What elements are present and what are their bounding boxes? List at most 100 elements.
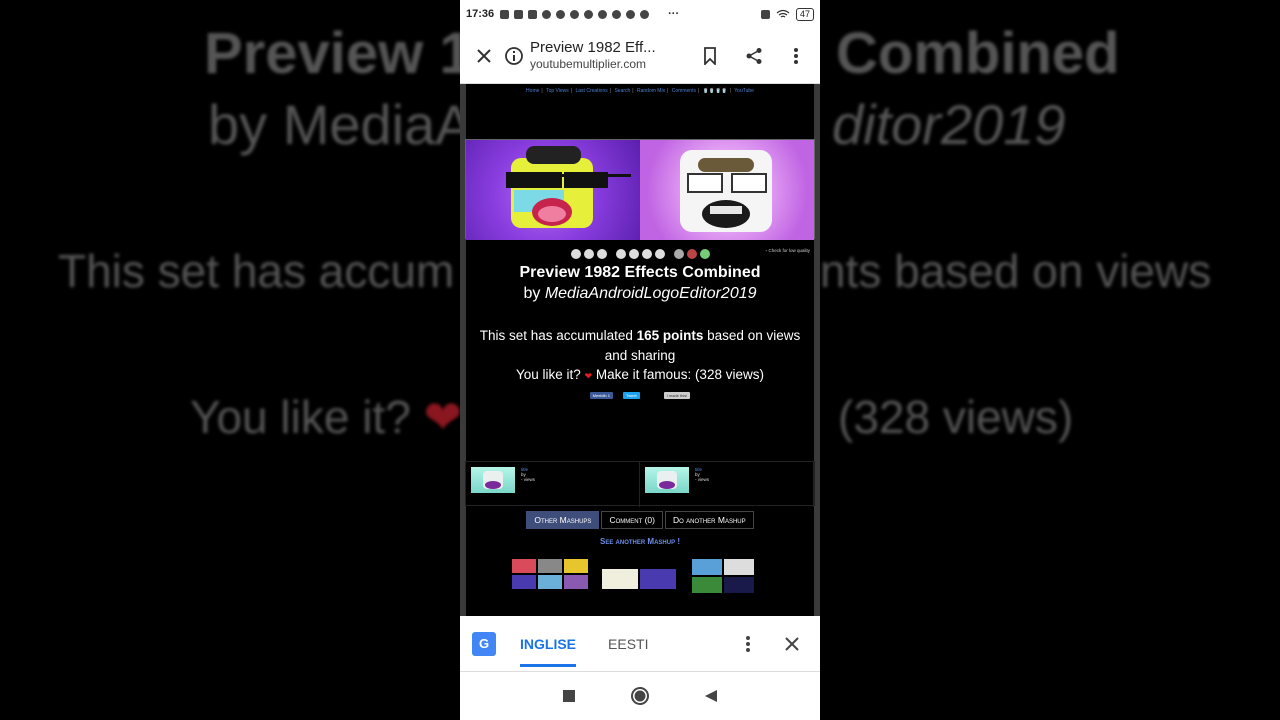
- forward-button[interactable]: [641, 249, 652, 259]
- translate-close-button[interactable]: [776, 628, 808, 660]
- translate-menu-button[interactable]: [732, 628, 764, 660]
- made-this-button[interactable]: I made this!: [663, 392, 691, 399]
- stop-button[interactable]: [596, 249, 607, 259]
- phone-screen: 17:36 ··· 47 Preview 1982 Eff... youtube…: [460, 0, 820, 720]
- heart-icon: ❤: [423, 391, 463, 443]
- character-image: [483, 471, 503, 489]
- by-label: by: [523, 285, 541, 302]
- nav-link-search[interactable]: Search: [614, 88, 630, 94]
- screen: Preview 1 Combined by MediaA ditor2019 T…: [0, 0, 1280, 720]
- mute-icon[interactable]: [673, 249, 684, 259]
- mashup-thumbnail-set[interactable]: [512, 559, 588, 616]
- chrome-icon: [626, 9, 636, 19]
- bg-text-line: nts based on views: [820, 245, 1212, 297]
- like-line: You like it? ❤ Make it famous: (328 view…: [460, 367, 820, 382]
- mashup-thumbnail-set[interactable]: [602, 559, 678, 616]
- bookmark-icon: [704, 46, 716, 65]
- play-button[interactable]: [570, 249, 581, 259]
- nav-link-top-views[interactable]: Top Views: [546, 88, 569, 94]
- chat-icon: [542, 9, 552, 19]
- points-value: 165 points: [636, 328, 704, 343]
- nav-link-youtube[interactable]: YouTube: [734, 88, 754, 94]
- site-nav: Home | Top Views | Last Creations | Search |…: [526, 88, 754, 94]
- related-mashups: title by - views title by - views: [465, 461, 815, 507]
- video-right[interactable]: [640, 140, 814, 240]
- chrome-icon: [584, 9, 594, 19]
- author-link[interactable]: MediaAndroidLogoEditor2019: [545, 285, 757, 302]
- low-quality-label: Check for low quality: [768, 248, 810, 253]
- mashup-thumbnail: [564, 559, 588, 573]
- heart-icon: ❤: [584, 371, 593, 381]
- close-tab-button[interactable]: [468, 40, 500, 72]
- url-display[interactable]: Preview 1982 Eff... youtubemultiplier.co…: [504, 39, 694, 73]
- share-icon: [746, 47, 762, 64]
- mashup-thumbnail: [538, 575, 562, 589]
- system-nav-bar: [460, 672, 820, 720]
- sim-icon: [760, 9, 770, 19]
- related-views: - views: [521, 477, 536, 482]
- mashup-thumbnail: [564, 575, 588, 589]
- pause-button[interactable]: [583, 249, 594, 259]
- mashup-thumbnail: [692, 559, 722, 575]
- notification-icons: ···: [500, 8, 761, 20]
- google-translate-icon: G: [472, 631, 496, 656]
- recents-icon[interactable]: [562, 689, 576, 703]
- related-thumbnail: [471, 467, 515, 493]
- mashup-byline: by MediaAndroidLogoEditor2019: [460, 285, 820, 303]
- pause-all-button[interactable]: [628, 249, 639, 259]
- volume-up-icon[interactable]: [699, 249, 710, 259]
- mashup-thumbnail: [512, 575, 536, 589]
- nav-link-last-creations[interactable]: Last Creations: [576, 88, 608, 94]
- low-quality-checkbox[interactable]: ▫ Check for low quality: [766, 248, 810, 253]
- nav-link-comments[interactable]: Comments: [672, 88, 696, 94]
- bg-text: You like it?: [190, 391, 411, 443]
- mashup-thumbnail: [602, 569, 638, 589]
- chrome-icon: [640, 9, 650, 19]
- tweet-button[interactable]: Tweet: [622, 392, 640, 399]
- video-icon: [528, 9, 538, 19]
- cup-icon: 🥤🥤🥤🥤: [702, 88, 728, 94]
- related-views: - views: [695, 477, 710, 482]
- mashup-thumbnail: [538, 559, 562, 573]
- browser-toolbar: Preview 1982 Eff... youtubemultiplier.co…: [460, 28, 820, 84]
- page-title: Preview 1982 Eff...: [530, 38, 656, 56]
- check-icon: [570, 9, 580, 19]
- lang-tab-estonian[interactable]: EESTI: [608, 636, 648, 652]
- related-item[interactable]: title by - views: [466, 462, 640, 507]
- info-icon: [505, 46, 523, 65]
- wifi-icon: [776, 9, 790, 18]
- related-item[interactable]: title by - views: [640, 462, 814, 507]
- home-icon[interactable]: [630, 686, 650, 706]
- back-icon[interactable]: [704, 689, 718, 703]
- mashup-thumbnail-set[interactable]: [692, 559, 768, 616]
- lang-tab-english[interactable]: INGLISE: [520, 636, 577, 667]
- web-content: Home | Top Views | Last Creations | Search |…: [460, 84, 820, 616]
- menu-button[interactable]: [780, 40, 812, 72]
- mashup-title: Preview 1982 Effects Combined: [519, 264, 761, 281]
- chrome-icon: [598, 9, 608, 19]
- tab-comment[interactable]: Comment (0): [601, 511, 663, 529]
- tab-other-mashups[interactable]: Other Mashups: [526, 511, 600, 529]
- bg-text-line: You like it? ❤: [190, 390, 462, 444]
- status-time: 17:36: [466, 8, 495, 20]
- desc-prefix: This set has accumulated: [479, 328, 633, 343]
- rewind-button[interactable]: [615, 249, 626, 259]
- bg-text-line: This set has accum: [58, 245, 455, 297]
- more-vert-icon: [794, 47, 798, 64]
- volume-icon: [500, 9, 510, 19]
- nav-link-home[interactable]: Home: [526, 88, 539, 94]
- tab-do-another[interactable]: Do another Mashup: [665, 511, 754, 529]
- mashup-player: [465, 139, 815, 240]
- see-another-link[interactable]: See another Mashup !: [460, 537, 820, 546]
- video-left[interactable]: [466, 140, 640, 240]
- step-button[interactable]: [654, 249, 665, 259]
- nav-link-random-mix[interactable]: Random Mix: [637, 88, 665, 94]
- share-button[interactable]: [738, 40, 770, 72]
- facebook-like-button[interactable]: Meeldib 1: [589, 392, 613, 399]
- close-icon: [785, 636, 799, 651]
- character-image: [680, 150, 772, 232]
- character-image: [506, 146, 631, 228]
- bg-text-line: ditor2019: [832, 93, 1066, 156]
- volume-down-icon[interactable]: [686, 249, 697, 259]
- bookmark-button[interactable]: [694, 40, 726, 72]
